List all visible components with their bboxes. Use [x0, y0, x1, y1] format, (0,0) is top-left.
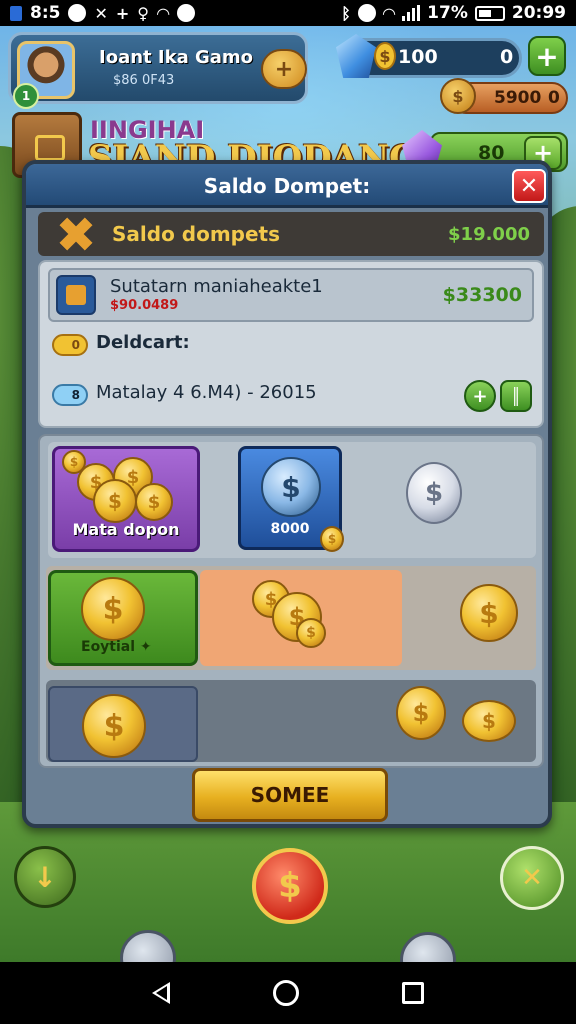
coin-icon[interactable]: $	[462, 700, 516, 742]
badge-icon	[51, 209, 102, 260]
coin-pack-slate[interactable]: $	[48, 686, 198, 762]
gem-count-badge: 8	[52, 384, 88, 406]
silver-coin-icon: $	[261, 457, 321, 517]
status-time-right: 20:99	[511, 3, 566, 23]
level-badge: 1	[13, 83, 39, 109]
deposit-label: Deldcart:	[96, 332, 190, 353]
gold-secondary-value: 0	[548, 88, 560, 108]
transaction-amount: $33300	[442, 284, 522, 306]
cell-signal-icon	[402, 5, 421, 21]
history-label: Matalay 4 6.M4) - 26015	[96, 382, 317, 403]
dollar-coin-icon: $	[278, 866, 302, 906]
transaction-row[interactable]: Sutatarn maniaheakte1 $90.0489 $33300	[48, 268, 534, 322]
gold-value: 5900	[494, 88, 542, 108]
bluetooth-icon: ᛒ	[341, 3, 351, 23]
sync-icon	[357, 4, 376, 22]
dialog-title: Saldo Dompet:	[203, 174, 371, 198]
wallet-info-card: Sutatarn maniaheakte1 $90.0489 $33300 0 …	[38, 260, 544, 428]
coin-pack-green[interactable]: $ Eoytial ✦	[48, 570, 198, 666]
dialog-header: Saldo Dompet: ✕	[26, 164, 548, 208]
transaction-subtext: $90.0489	[110, 298, 179, 313]
gem-value: 100	[398, 46, 438, 68]
profile-add-button[interactable]: +	[261, 49, 307, 89]
wifi-signal-icon: ◠	[382, 3, 396, 23]
transaction-title: Sutatarn maniaheakte1	[110, 276, 323, 297]
details-button[interactable]: ║	[500, 380, 532, 412]
silver-coin-icon[interactable]: $	[406, 462, 462, 524]
messenger-icon	[68, 4, 87, 22]
confirm-button[interactable]: SOMEE	[192, 768, 388, 822]
refresh-button[interactable]: +	[464, 380, 496, 412]
wifi-icon: ◠	[157, 3, 170, 23]
status-bar: 8:5 ✕ + ♀ ◠ ᛒ ◠ 17% 20:99	[0, 0, 576, 26]
coin-icon: $	[296, 618, 326, 648]
dollar-coin-icon: $	[374, 42, 396, 70]
coin-icon[interactable]: $	[460, 584, 518, 642]
coin-pack-orange[interactable]: $ $ $	[200, 570, 402, 666]
arrow-down-icon: ↓	[33, 860, 57, 894]
coin-icon: $	[81, 577, 145, 641]
location-icon: ♀	[137, 3, 149, 23]
tools-button[interactable]: ✕	[500, 846, 564, 910]
wallet-balance-dialog: Saldo Dompet: ✕ Saldo dompets $19.000 Su…	[22, 160, 552, 828]
close-notification-icon: ✕	[94, 3, 108, 23]
coin-pack-label: Eoytial ✦	[81, 639, 152, 655]
wallet-balance-row: Saldo dompets $19.000	[38, 212, 544, 256]
status-time-left: 8:5	[30, 3, 61, 23]
navigation-bar	[0, 962, 576, 1024]
collect-coin-button[interactable]: $	[252, 848, 328, 924]
crate-icon	[56, 275, 96, 315]
app-notification-icon	[10, 5, 22, 21]
coin-icon: $	[82, 694, 146, 758]
home-icon[interactable]	[272, 980, 299, 1006]
close-button[interactable]: ✕	[512, 169, 546, 203]
recent-apps-icon[interactable]	[402, 982, 425, 1004]
gem-secondary-value: 0	[500, 46, 514, 68]
arrow-down-button[interactable]: ↓	[14, 846, 76, 908]
coin-shop-panel: $ $ $ $ Mata dopon $ $ 8000 $ $ $ Eoytia…	[38, 434, 544, 768]
coin-icon: $	[320, 526, 344, 552]
coin-pack-label: Mata dopon	[72, 520, 180, 539]
bars-icon: ║	[511, 386, 521, 406]
back-icon[interactable]	[151, 982, 170, 1004]
wrench-icon: ✕	[521, 863, 543, 893]
plus-notification-icon: +	[115, 3, 130, 23]
add-gems-button[interactable]: +	[528, 36, 566, 76]
wallet-amount: $19.000	[448, 224, 530, 245]
battery-percent: 17%	[427, 3, 468, 23]
battery-icon	[474, 5, 505, 21]
wallet-label: Saldo dompets	[112, 222, 281, 246]
play-notification-icon	[177, 4, 196, 22]
coin-icon: $	[93, 479, 137, 523]
player-id: $86 0F43	[113, 73, 175, 88]
gold-coin-icon: $	[440, 78, 476, 114]
player-profile-panel[interactable]: 1 Ioant Ika Gamo $86 0F43 +	[8, 32, 308, 109]
coin-icon[interactable]: $	[396, 686, 446, 740]
player-name: Ioant Ika Gamo	[99, 47, 254, 68]
coin-count-badge: 0	[52, 334, 88, 356]
coin-icon: $	[62, 450, 86, 474]
coin-icon: $	[135, 483, 173, 521]
